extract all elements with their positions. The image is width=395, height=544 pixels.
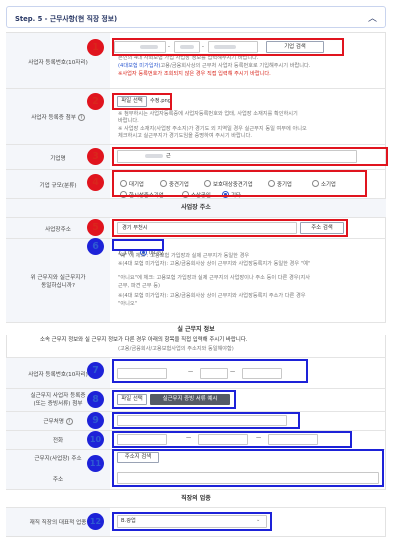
marker-8: 8 [87, 391, 104, 408]
biz-reg-note-3: ※사업자 등록번호가 조회되지 않은 경우 직접 입력해 주시기 바랍니다. [118, 71, 271, 77]
divider [6, 238, 386, 239]
highlight-box-5 [112, 219, 348, 237]
biz-reg-note-2-prefix: (4대보험 미가입자) [118, 63, 161, 69]
biz-reg-cert-label: 사업자 등록증 첨부 ? [6, 113, 110, 121]
cert-note-2b: 체크하시고 실근무지가 경기도임을 증명하여 주시기 바랍니다. [118, 133, 252, 139]
divider [6, 388, 386, 389]
divider [6, 144, 386, 145]
highlight-box-1 [112, 38, 344, 56]
section-title-job: 직장의 업종 [6, 490, 386, 507]
marker-11: 11 [87, 455, 104, 472]
biz-reg-cert-label-text: 사업자 등록증 첨부 [31, 115, 76, 121]
highlight-box-4 [112, 170, 367, 197]
help-icon[interactable]: ? [65, 418, 73, 425]
section-title-address: 사업장 주소 [6, 199, 386, 217]
detail-address-label: 주소 [52, 477, 64, 483]
highlight-box-8 [112, 390, 236, 409]
step-header[interactable]: Step. 5 - 근무사항(현 직장 정보) ︿ [6, 6, 386, 28]
highlight-box-7 [112, 359, 308, 383]
highlight-box-9 [112, 412, 300, 429]
biz-reg-note-1: 본인의 4대 사회보험 가입 사업장 정보를 입력해주시기 바랍니다. [118, 55, 259, 61]
marker-3: 3 [87, 148, 104, 165]
divider [6, 88, 386, 89]
cert-note-1: ※ 첨부하시는 사업자등록증에 사업자등록번호와 업태, 사업장 소재지를 확인… [118, 111, 298, 117]
marker-4: 4 [87, 174, 104, 191]
highlight-box-2 [112, 93, 172, 110]
same-note-3: "아니요"에 체크: 고용보험 가입장과 실제 근무지의 사업장이나 주소 등이… [118, 275, 311, 281]
highlight-box-6 [112, 239, 164, 251]
cert-note-1b: 바랍니다. [118, 118, 139, 124]
actual-desc-2: (고용/금융회사/고용보험사업의 주소지와 동일해야함) [118, 346, 234, 352]
chevron-up-icon[interactable]: ︿ [368, 11, 377, 24]
marker-7: 7 [87, 362, 104, 379]
divider [6, 507, 386, 508]
same-note-3b: 근무, 파견 근무 등) [118, 283, 161, 289]
step-title: Step. 5 - 근무사항(현 직장 정보) [15, 15, 118, 23]
same-note-4b: "아니오" [118, 301, 138, 307]
divider [6, 217, 386, 218]
highlight-box-12 [112, 512, 272, 531]
section-title-actual: 실 근무지 정보 [6, 323, 386, 335]
marker-9: 9 [87, 412, 104, 429]
same-note-1: "예" 에 체크 : 고용보험 가입장과 실제 근무지가 동일한 경우 [118, 253, 250, 259]
marker-2: 2 [87, 93, 104, 110]
cert-note-2: ※ 사업장 소재지(사업장 주소지)가 경기도 외 지역일 경우 실근무지 동일… [118, 126, 307, 132]
same-note-2: ※(4대 보험 미가입자): 고용/금융회사상 상이 근무지와 사업장등록지가 … [118, 261, 311, 267]
marker-1: 1 [87, 39, 104, 56]
marker-10: 10 [87, 431, 104, 448]
highlight-box-11 [112, 449, 384, 487]
same-location-label-2: 동일하십니까? [41, 283, 75, 289]
highlight-box-3 [112, 147, 388, 166]
marker-12: 12 [87, 513, 104, 530]
biz-reg-no-label: 사업자 등록번호(10자리) [28, 60, 88, 66]
actual-desc-1: 소속 근무지 정보와 실 근무지 정보가 다른 경우 아래의 항목을 직접 입력… [40, 337, 248, 343]
biz-reg-note-2-rest: 고용/금융회사상의 근무처 사업자 등록번호로 기입해주시기 바랍니다. [160, 63, 311, 69]
marker-6: 6 [87, 238, 104, 255]
marker-5: 5 [87, 219, 104, 236]
highlight-box-10 [112, 431, 352, 448]
same-note-4: ※(4대 보험 미가입자): 고용/금융회사상 상이 근무지와 사업장등록지 주… [118, 293, 306, 299]
biz-reg-note-2: (4대보험 미가입자)고용/금융회사상의 근무처 사업자 등록번호로 기입해주시… [118, 63, 310, 70]
divider [6, 357, 386, 358]
site-name-label-text: 근무처명 [43, 419, 64, 425]
same-location-label-1: 위 근무지와 실근무지가 [30, 275, 86, 281]
help-icon[interactable]: ? [77, 114, 85, 121]
